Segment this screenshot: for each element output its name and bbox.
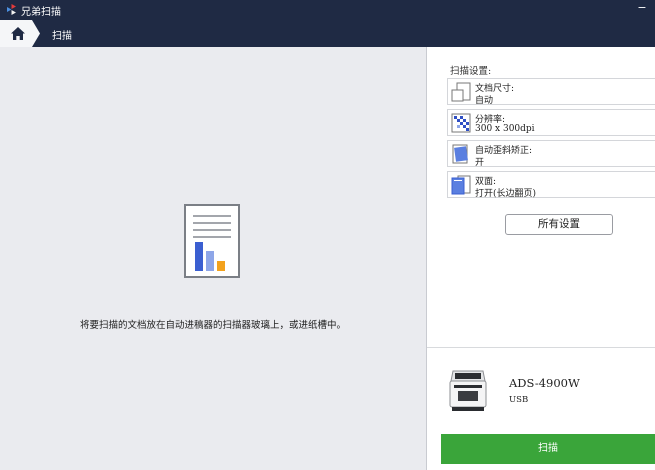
- settings-title: 扫描设置:: [450, 66, 492, 77]
- setting-value: 打开(长边翻页): [475, 189, 537, 199]
- home-button[interactable]: [0, 20, 40, 47]
- nav-bar: 扫描: [0, 20, 655, 47]
- scan-preview-area: 将要扫描的文档放在自动进稿器的扫描器玻璃上，或进纸槽中。: [0, 47, 426, 470]
- setting-auto-deskew[interactable]: 自动歪斜矫正: 开: [447, 140, 655, 168]
- device-divider: [427, 347, 655, 348]
- setting-value: 开: [475, 158, 485, 168]
- placement-hint: 将要扫描的文档放在自动进稿器的扫描器玻璃上，或进纸槽中。: [79, 320, 346, 331]
- setting-resolution[interactable]: 分辨率: 300 x 300dpi: [447, 109, 655, 136]
- app-logo-icon: [7, 4, 16, 15]
- duplex-icon: [451, 175, 471, 195]
- minimize-button[interactable]: −: [635, 2, 649, 16]
- home-icon: [11, 27, 25, 40]
- scan-button[interactable]: 扫描: [441, 434, 655, 464]
- settings-panel: 扫描设置: 文档尺寸: 自动 分辨率: 300 x 300dpi 自动歪斜矫正:…: [427, 47, 655, 470]
- all-settings-button[interactable]: 所有设置: [505, 214, 613, 235]
- document-size-icon: [451, 82, 471, 102]
- window-title: 兄弟扫描: [21, 7, 61, 18]
- document-chart-icon: [184, 204, 240, 278]
- breadcrumb: 扫描: [52, 31, 72, 42]
- device-model: ADS-4900W: [509, 376, 580, 390]
- setting-duplex[interactable]: 双面: 打开(长边翻页): [447, 171, 655, 199]
- device-connection: USB: [509, 395, 529, 405]
- scanner-device-icon: [449, 370, 487, 411]
- title-bar: 兄弟扫描 −: [0, 0, 655, 20]
- deskew-icon: [452, 144, 468, 164]
- setting-value: 自动: [475, 96, 494, 106]
- setting-document-size[interactable]: 文档尺寸: 自动: [447, 78, 655, 106]
- resolution-icon: [451, 113, 471, 133]
- setting-value: 300 x 300dpi: [475, 124, 535, 134]
